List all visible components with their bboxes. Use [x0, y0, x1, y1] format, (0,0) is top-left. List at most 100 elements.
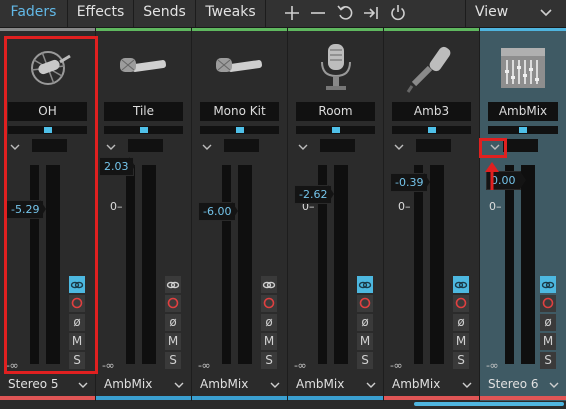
fader-value[interactable]: -0.39 — [390, 173, 429, 192]
chevron-down-icon — [549, 382, 559, 388]
phase-button[interactable]: ø — [165, 314, 181, 331]
pan-slider[interactable] — [200, 126, 279, 134]
mute-button[interactable]: M — [357, 333, 373, 350]
channel-strip-tile[interactable]: Tile 0– -∞ 2.03 ø M S AmbMix — [96, 28, 191, 401]
handheld-mic-icon[interactable] — [192, 40, 287, 96]
channel-name[interactable]: Room — [296, 102, 375, 121]
tab-faders[interactable]: Faders — [0, 0, 68, 27]
tab-sends[interactable]: Sends — [134, 0, 196, 27]
record-arm-button[interactable] — [357, 295, 373, 312]
fader-value[interactable]: -6.00 — [198, 202, 237, 221]
channel-top-color — [0, 28, 95, 31]
pan-indicator[interactable] — [332, 127, 340, 133]
horizontal-scrollbar[interactable] — [0, 401, 566, 409]
pan-slider[interactable] — [392, 126, 471, 134]
volume-fader[interactable] — [238, 165, 252, 364]
output-routing[interactable]: Stereo 6 — [480, 375, 566, 395]
chevron-down-icon[interactable] — [200, 140, 214, 154]
pan-indicator[interactable] — [428, 127, 436, 133]
channel-top-color — [96, 28, 191, 31]
channel-name[interactable]: Mono Kit — [200, 102, 279, 121]
fader-value[interactable]: -2.62 — [294, 185, 333, 204]
output-routing[interactable]: AmbMix — [288, 375, 383, 395]
handheld-mic-icon[interactable] — [96, 40, 191, 96]
volume-fader[interactable] — [430, 165, 444, 364]
chevron-down-icon — [174, 382, 184, 388]
phase-button[interactable]: ø — [261, 314, 277, 331]
channel-name[interactable]: Tile — [104, 102, 183, 121]
mute-button[interactable]: M — [540, 333, 556, 350]
mute-button[interactable]: M — [261, 333, 277, 350]
phase-button[interactable]: ø — [453, 314, 469, 331]
angled-mic-icon[interactable] — [384, 40, 479, 96]
remove-icon[interactable] — [308, 3, 328, 23]
solo-button[interactable]: S — [165, 352, 181, 369]
link-button[interactable] — [261, 276, 277, 293]
fader-value-pointer — [424, 173, 430, 191]
pan-slider[interactable] — [104, 126, 183, 134]
pan-indicator[interactable] — [140, 127, 148, 133]
volume-fader[interactable] — [521, 165, 535, 364]
channel-top-color — [288, 28, 383, 31]
insert-slot[interactable] — [416, 139, 451, 152]
tab-effects[interactable]: Effects — [68, 0, 134, 27]
record-arm-button[interactable] — [165, 295, 181, 312]
output-label: AmbMix — [104, 377, 153, 391]
pan-slider[interactable] — [488, 126, 558, 134]
record-arm-button[interactable] — [540, 295, 556, 312]
mute-button[interactable]: M — [165, 333, 181, 350]
mixer-icon[interactable] — [480, 40, 566, 96]
solo-button[interactable]: S — [453, 352, 469, 369]
insert-slot[interactable] — [503, 139, 538, 152]
chevron-down-icon[interactable] — [104, 140, 118, 154]
fader-value-pointer — [129, 157, 135, 175]
undo-icon[interactable] — [335, 3, 355, 23]
output-label: AmbMix — [296, 377, 345, 391]
phase-button[interactable]: ø — [357, 314, 373, 331]
view-dropdown[interactable]: View — [465, 0, 566, 27]
chevron-down-icon[interactable] — [392, 140, 406, 154]
volume-fader[interactable] — [142, 165, 156, 364]
pan-slider[interactable] — [296, 126, 375, 134]
record-arm-button[interactable] — [453, 295, 469, 312]
link-button[interactable] — [357, 276, 373, 293]
output-routing[interactable]: Stereo 5 — [0, 375, 95, 395]
channel-color-strip — [384, 396, 479, 400]
fader-value-pointer — [328, 185, 334, 203]
output-routing[interactable]: AmbMix — [384, 375, 479, 395]
add-icon[interactable] — [282, 3, 302, 23]
record-arm-button[interactable] — [261, 295, 277, 312]
scrollbar-thumb[interactable] — [414, 402, 564, 406]
pan-indicator[interactable] — [236, 127, 244, 133]
insert-slot[interactable] — [320, 139, 355, 152]
neg-inf-mark: -∞ — [486, 359, 499, 372]
solo-button[interactable]: S — [540, 352, 556, 369]
output-routing[interactable]: AmbMix — [96, 375, 191, 395]
phase-button[interactable]: ø — [540, 314, 556, 331]
power-icon[interactable] — [388, 3, 408, 23]
insert-slot[interactable] — [128, 139, 163, 152]
output-routing[interactable]: AmbMix — [192, 375, 287, 395]
mute-button[interactable]: M — [453, 333, 469, 350]
neg-inf-mark: -∞ — [390, 359, 403, 372]
link-button[interactable] — [453, 276, 469, 293]
channel-strip-ambmix[interactable]: AmbMix 0– -∞ 0.00 ø M S Stereo 6 — [480, 28, 566, 401]
chevron-down-icon[interactable] — [296, 140, 310, 154]
link-button[interactable] — [165, 276, 181, 293]
level-meter — [222, 165, 231, 364]
pan-indicator[interactable] — [519, 127, 527, 133]
condenser-mic-icon[interactable] — [288, 40, 383, 96]
solo-button[interactable]: S — [261, 352, 277, 369]
channel-strip-amb3[interactable]: Amb3 0– -∞ -0.39 ø M S AmbMix — [384, 28, 479, 401]
insert-slot[interactable] — [224, 139, 259, 152]
volume-fader[interactable] — [334, 165, 348, 364]
channel-name[interactable]: Amb3 — [392, 102, 471, 121]
channel-strip-room[interactable]: Room 0– -∞ -2.62 ø M S AmbMix — [288, 28, 383, 401]
expand-icon[interactable] — [361, 3, 381, 23]
channel-strip-mono-kit[interactable]: Mono Kit0–-∞-6.00øMSAmbMix — [192, 28, 287, 401]
channel-name[interactable]: AmbMix — [488, 102, 558, 121]
mixer-toolbar: Faders Effects Sends Tweaks View — [0, 0, 566, 28]
tab-tweaks[interactable]: Tweaks — [196, 0, 266, 27]
link-button[interactable] — [540, 276, 556, 293]
solo-button[interactable]: S — [357, 352, 373, 369]
